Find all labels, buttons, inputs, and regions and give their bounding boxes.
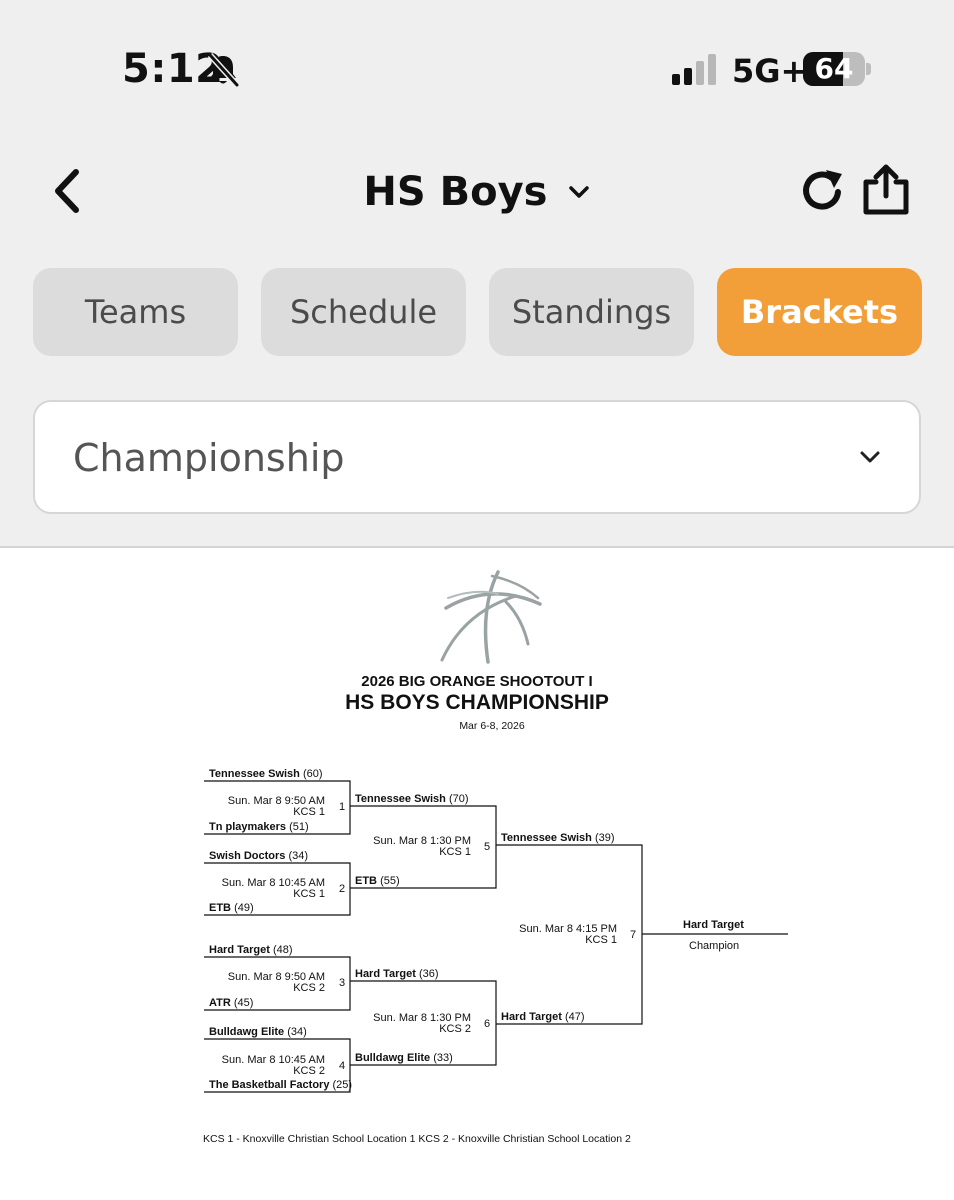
game-number: 7: [630, 929, 637, 941]
game-court: KCS 1: [293, 806, 325, 818]
game-number: 2: [339, 883, 346, 895]
game-court: KCS 1: [293, 888, 325, 900]
team-slot: Hard Target (47): [501, 1011, 585, 1023]
game-court: KCS 2: [293, 1065, 325, 1077]
game-number: 4: [339, 1060, 346, 1072]
team-slot: ETB (49): [209, 902, 254, 914]
team-slot: Bulldawg Elite (34): [209, 1026, 307, 1038]
team-slot: Bulldawg Elite (33): [355, 1052, 453, 1064]
team-slot: ATR (45): [209, 997, 254, 1009]
game-court: KCS 1: [585, 934, 617, 946]
game-number: 1: [339, 801, 346, 813]
location-footnote: KCS 1 - Knoxville Christian School Locat…: [203, 1133, 631, 1145]
team-slot: The Basketball Factory (25): [209, 1079, 353, 1091]
game-court: KCS 2: [293, 982, 325, 994]
team-slot: Tennessee Swish (60): [209, 768, 323, 780]
game-number: 3: [339, 977, 346, 989]
game-number: 6: [484, 1018, 491, 1030]
team-slot: ETB (55): [355, 875, 400, 887]
team-slot: Tennessee Swish (39): [501, 832, 615, 844]
team-slot: Hard Target (48): [209, 944, 293, 956]
game-court: KCS 2: [439, 1023, 471, 1035]
champion-name: Hard Target: [683, 919, 744, 931]
team-slot: Hard Target (36): [355, 968, 439, 980]
game-number: 5: [484, 841, 491, 853]
game-court: KCS 1: [439, 846, 471, 858]
team-slot: Tn playmakers (51): [209, 821, 309, 833]
bracket-lines: [204, 780, 788, 1093]
team-slot: Tennessee Swish (70): [355, 793, 469, 805]
team-slot: Swish Doctors (34): [209, 850, 309, 862]
champion-label: Champion: [689, 940, 740, 952]
